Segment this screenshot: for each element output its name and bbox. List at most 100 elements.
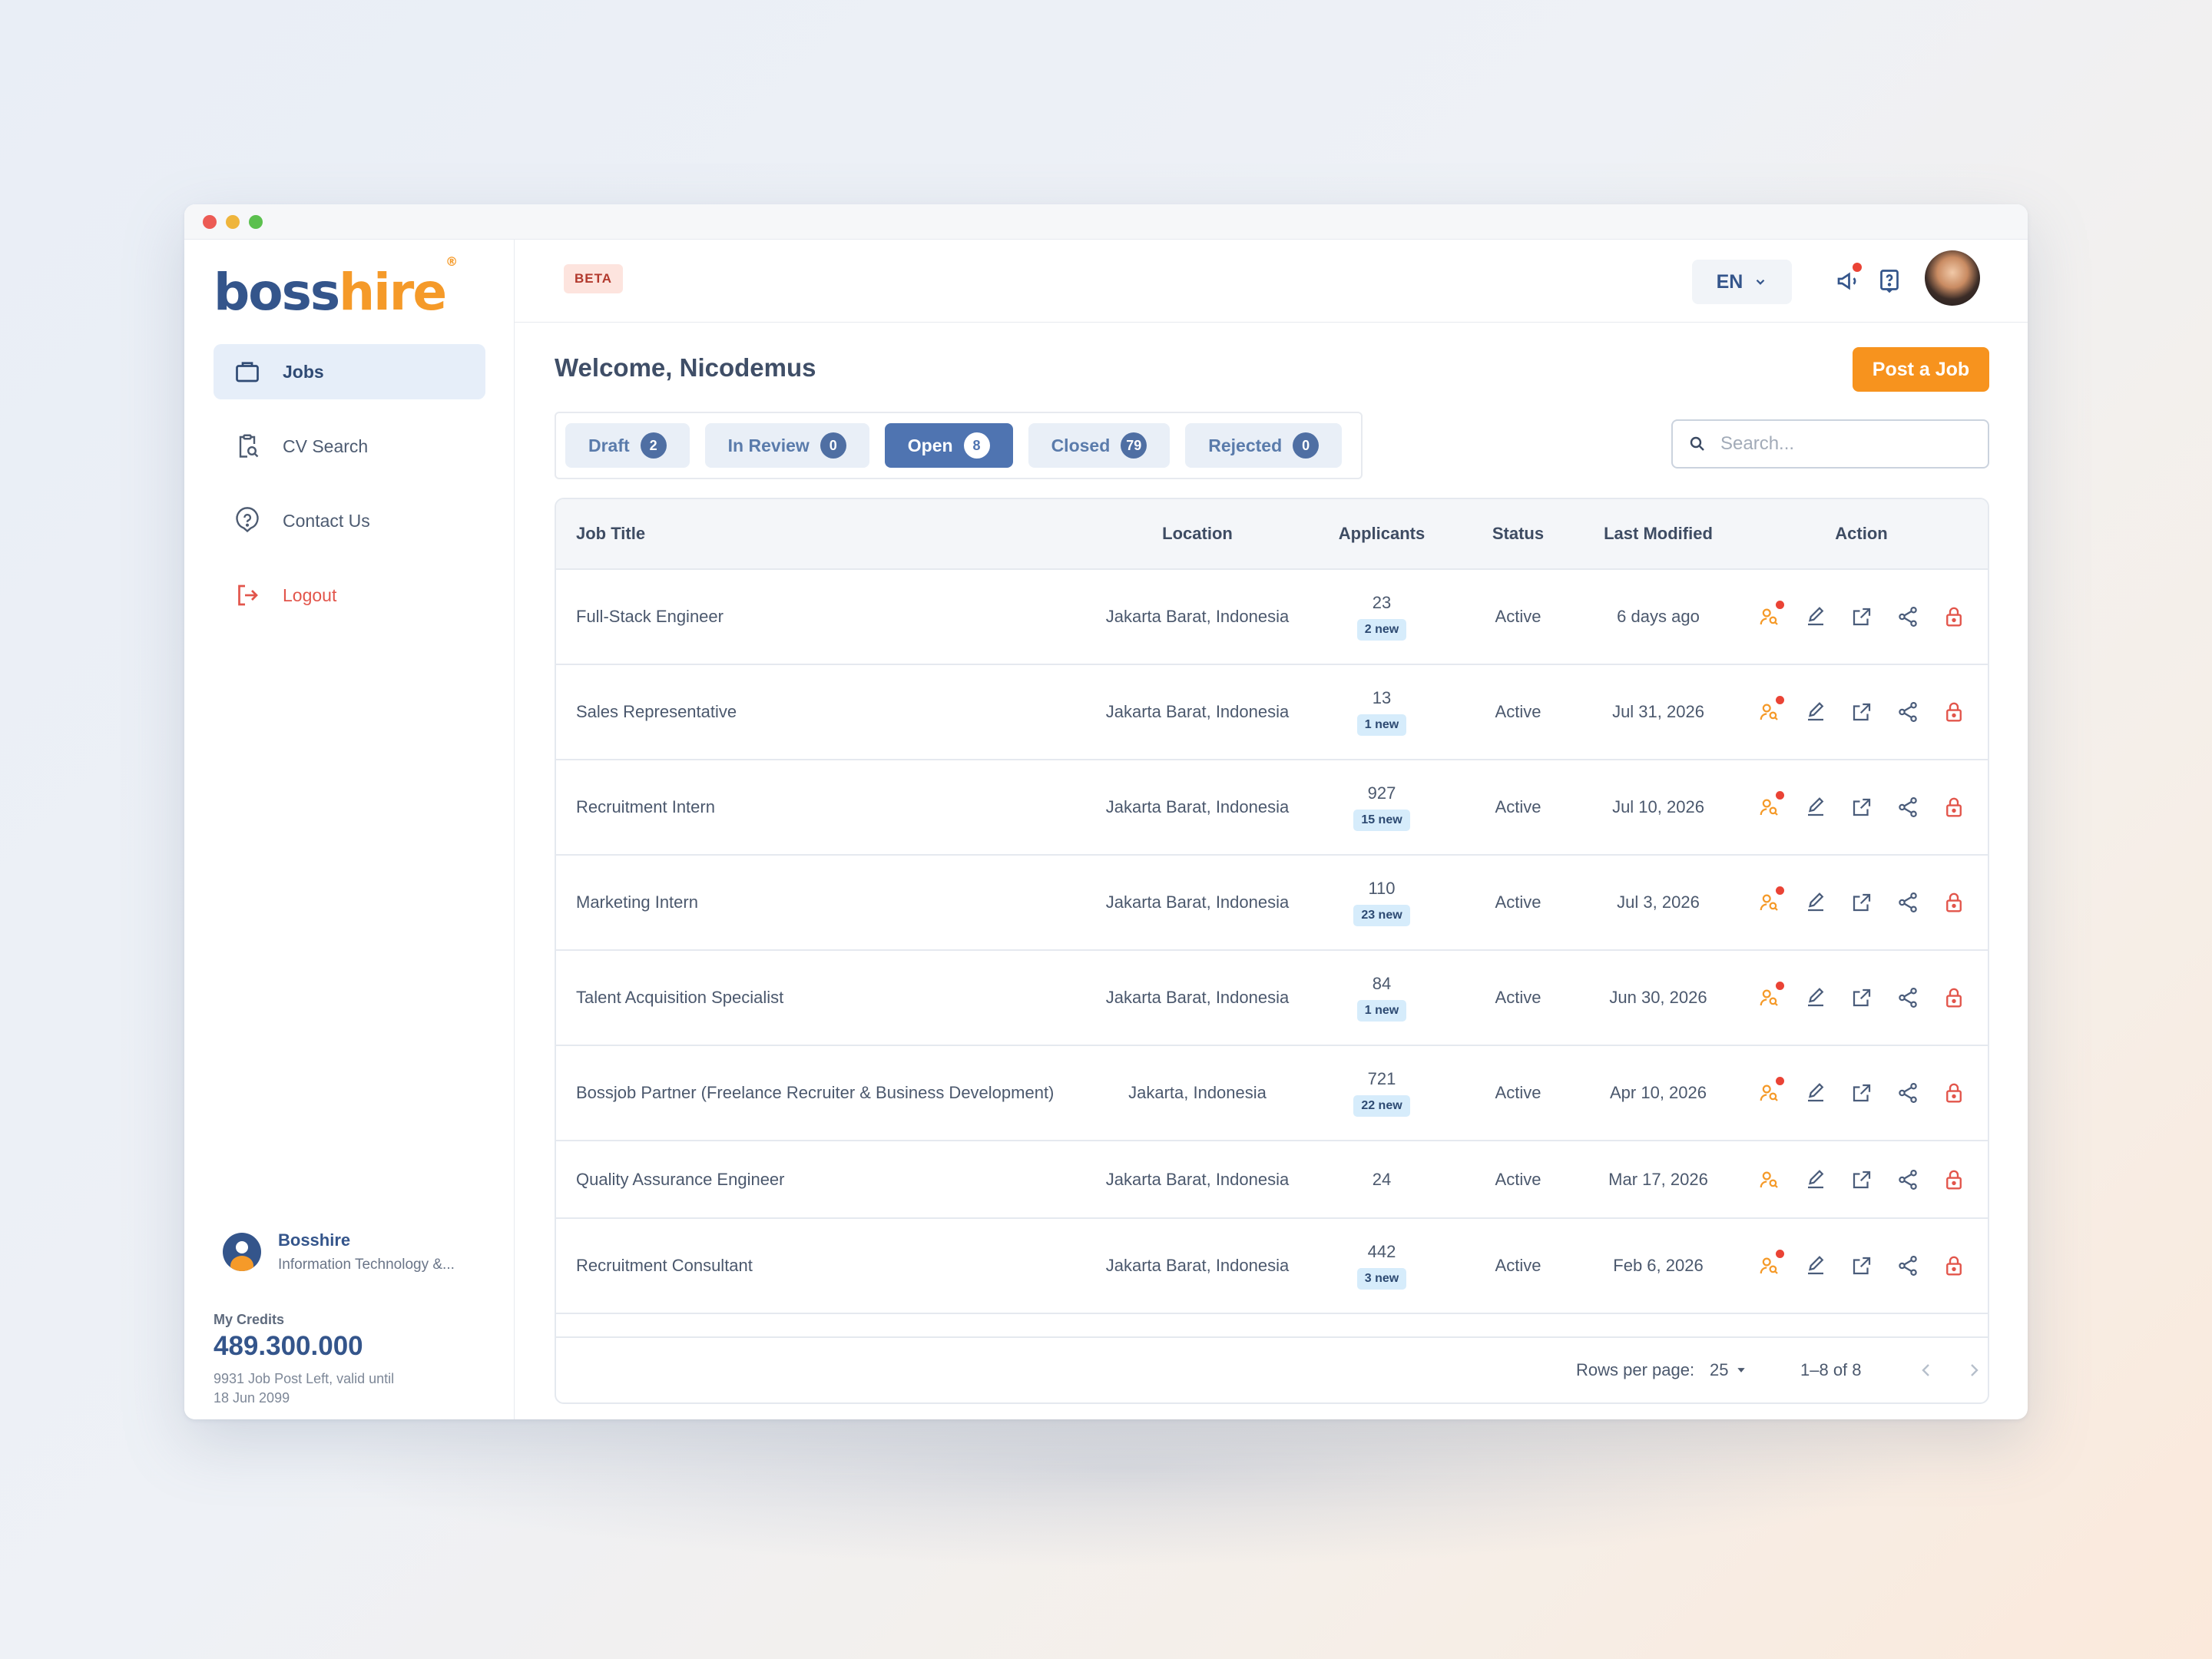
lock-icon[interactable]	[1942, 1081, 1965, 1104]
table-row[interactable]: Full-Stack Engineer Jakarta Barat, Indone…	[556, 570, 1988, 665]
applicants-icon[interactable]	[1758, 791, 1784, 819]
table-row[interactable]: Quality Assurance Engineer Jakarta Barat,…	[556, 1141, 1988, 1219]
lock-icon[interactable]	[1942, 986, 1965, 1009]
tab-count: 79	[1121, 432, 1147, 459]
previous-page-icon[interactable]	[1917, 1361, 1936, 1379]
header-applicants[interactable]: Applicants	[1309, 524, 1455, 544]
applicants-icon[interactable]	[1758, 982, 1784, 1009]
edit-icon[interactable]	[1804, 1081, 1827, 1104]
sidebar-item-logout[interactable]: Logout	[214, 568, 485, 623]
new-applicants-badge: 1 new	[1356, 1000, 1407, 1022]
table-body: Full-Stack Engineer Jakarta Barat, Indone…	[556, 570, 1988, 1314]
edit-icon[interactable]	[1804, 986, 1827, 1009]
post-a-job-button[interactable]: Post a Job	[1853, 347, 1989, 392]
tab-draft[interactable]: Draft 2	[565, 423, 690, 468]
applicants-icon[interactable]	[1758, 696, 1784, 724]
share-icon[interactable]	[1896, 891, 1919, 914]
edit-icon[interactable]	[1804, 796, 1827, 819]
applicants-count: 110	[1368, 879, 1396, 898]
open-external-icon[interactable]	[1850, 1168, 1873, 1191]
next-page-icon[interactable]	[1965, 1361, 1983, 1379]
help-button[interactable]	[1876, 267, 1903, 295]
job-title[interactable]: Talent Acquisition Specialist	[556, 988, 1086, 1008]
new-applicant-dot	[1775, 791, 1784, 800]
edit-icon[interactable]	[1804, 891, 1827, 914]
open-external-icon[interactable]	[1850, 891, 1873, 914]
table-row[interactable]: Recruitment Consultant Jakarta Barat, Ind…	[556, 1219, 1988, 1314]
tab-open[interactable]: Open 8	[884, 423, 1013, 468]
close-window-button[interactable]	[203, 214, 217, 229]
lock-icon[interactable]	[1942, 700, 1965, 724]
row-actions	[1735, 1250, 1988, 1277]
minimize-window-button[interactable]	[226, 214, 240, 229]
edit-icon[interactable]	[1804, 605, 1827, 628]
company-profile[interactable]: Bosshire Information Technology &...	[223, 1230, 455, 1273]
lock-icon[interactable]	[1942, 891, 1965, 914]
open-external-icon[interactable]	[1850, 1081, 1873, 1104]
sidebar-item-contact-us[interactable]: Contact Us	[214, 493, 485, 548]
open-external-icon[interactable]	[1850, 796, 1873, 819]
new-applicants-badge: 15 new	[1353, 810, 1410, 831]
clipboard-search-icon	[239, 434, 259, 458]
header-job-title[interactable]: Job Title	[556, 524, 1086, 544]
edit-icon[interactable]	[1804, 1254, 1827, 1277]
edit-icon[interactable]	[1804, 1168, 1827, 1191]
share-icon[interactable]	[1896, 700, 1919, 724]
job-title[interactable]: Quality Assurance Engineer	[556, 1170, 1086, 1190]
share-icon[interactable]	[1896, 1254, 1919, 1277]
share-icon[interactable]	[1896, 1168, 1919, 1191]
applicants-cell: 442 3 new	[1309, 1242, 1455, 1290]
tab-in-review[interactable]: In Review 0	[704, 423, 869, 468]
applicants-icon[interactable]	[1758, 601, 1784, 628]
logout-icon	[238, 584, 258, 606]
job-title[interactable]: Recruitment Consultant	[556, 1256, 1086, 1276]
applicants-count: 13	[1372, 688, 1392, 707]
maximize-window-button[interactable]	[249, 214, 263, 229]
share-icon[interactable]	[1896, 1081, 1919, 1104]
search-input[interactable]	[1720, 433, 1974, 455]
applicants-icon[interactable]	[1758, 1250, 1784, 1277]
job-title[interactable]: Bossjob Partner (Freelance Recruiter & B…	[556, 1083, 1086, 1103]
bosshire-logo[interactable]: bosshire®	[214, 254, 458, 322]
open-external-icon[interactable]	[1850, 986, 1873, 1009]
applicants-icon[interactable]	[1758, 886, 1784, 914]
table-row[interactable]: Marketing Intern Jakarta Barat, Indonesia…	[556, 856, 1988, 951]
share-icon[interactable]	[1896, 605, 1919, 628]
header-status[interactable]: Status	[1455, 524, 1581, 544]
open-external-icon[interactable]	[1850, 1254, 1873, 1277]
lock-icon[interactable]	[1942, 605, 1965, 628]
open-external-icon[interactable]	[1850, 605, 1873, 628]
share-icon[interactable]	[1896, 986, 1919, 1009]
rows-per-page-select[interactable]: 25	[1710, 1360, 1747, 1380]
table-row[interactable]: Sales Representative Jakarta Barat, Indon…	[556, 665, 1988, 760]
sidebar-nav: Jobs CV Search Contact Us Logout	[214, 344, 485, 642]
header-location[interactable]: Location	[1086, 524, 1309, 544]
header-last-modified[interactable]: Last Modified	[1581, 524, 1735, 544]
table-row[interactable]: Recruitment Intern Jakarta Barat, Indones…	[556, 760, 1988, 856]
share-icon[interactable]	[1896, 796, 1919, 819]
user-avatar[interactable]	[1925, 250, 1980, 306]
lock-icon[interactable]	[1942, 1254, 1965, 1277]
announcements-button[interactable]	[1834, 263, 1862, 295]
edit-icon[interactable]	[1804, 700, 1827, 724]
job-title[interactable]: Marketing Intern	[556, 892, 1086, 912]
job-title[interactable]: Full-Stack Engineer	[556, 607, 1086, 627]
open-external-icon[interactable]	[1850, 700, 1873, 724]
lock-icon[interactable]	[1942, 796, 1965, 819]
last-modified: Jul 10, 2026	[1612, 797, 1704, 816]
table-row[interactable]: Talent Acquisition Specialist Jakarta Bar…	[556, 951, 1988, 1046]
sidebar-item-jobs[interactable]: Jobs	[214, 344, 485, 399]
tab-rejected[interactable]: Rejected 0	[1185, 423, 1343, 468]
sidebar-item-cv-search[interactable]: CV Search	[214, 419, 485, 474]
applicants-icon[interactable]	[1758, 1077, 1784, 1104]
lock-icon[interactable]	[1942, 1168, 1965, 1191]
tab-count: 0	[820, 432, 846, 459]
pagination-range: 1–8 of 8	[1800, 1360, 1862, 1379]
language-selector[interactable]: EN	[1692, 260, 1792, 304]
table-row[interactable]: Bossjob Partner (Freelance Recruiter & B…	[556, 1046, 1988, 1141]
job-title[interactable]: Sales Representative	[556, 702, 1086, 722]
job-title[interactable]: Recruitment Intern	[556, 797, 1086, 817]
tab-closed[interactable]: Closed 79	[1028, 423, 1171, 468]
applicants-icon[interactable]	[1758, 1168, 1781, 1191]
search-box[interactable]	[1671, 419, 1989, 469]
